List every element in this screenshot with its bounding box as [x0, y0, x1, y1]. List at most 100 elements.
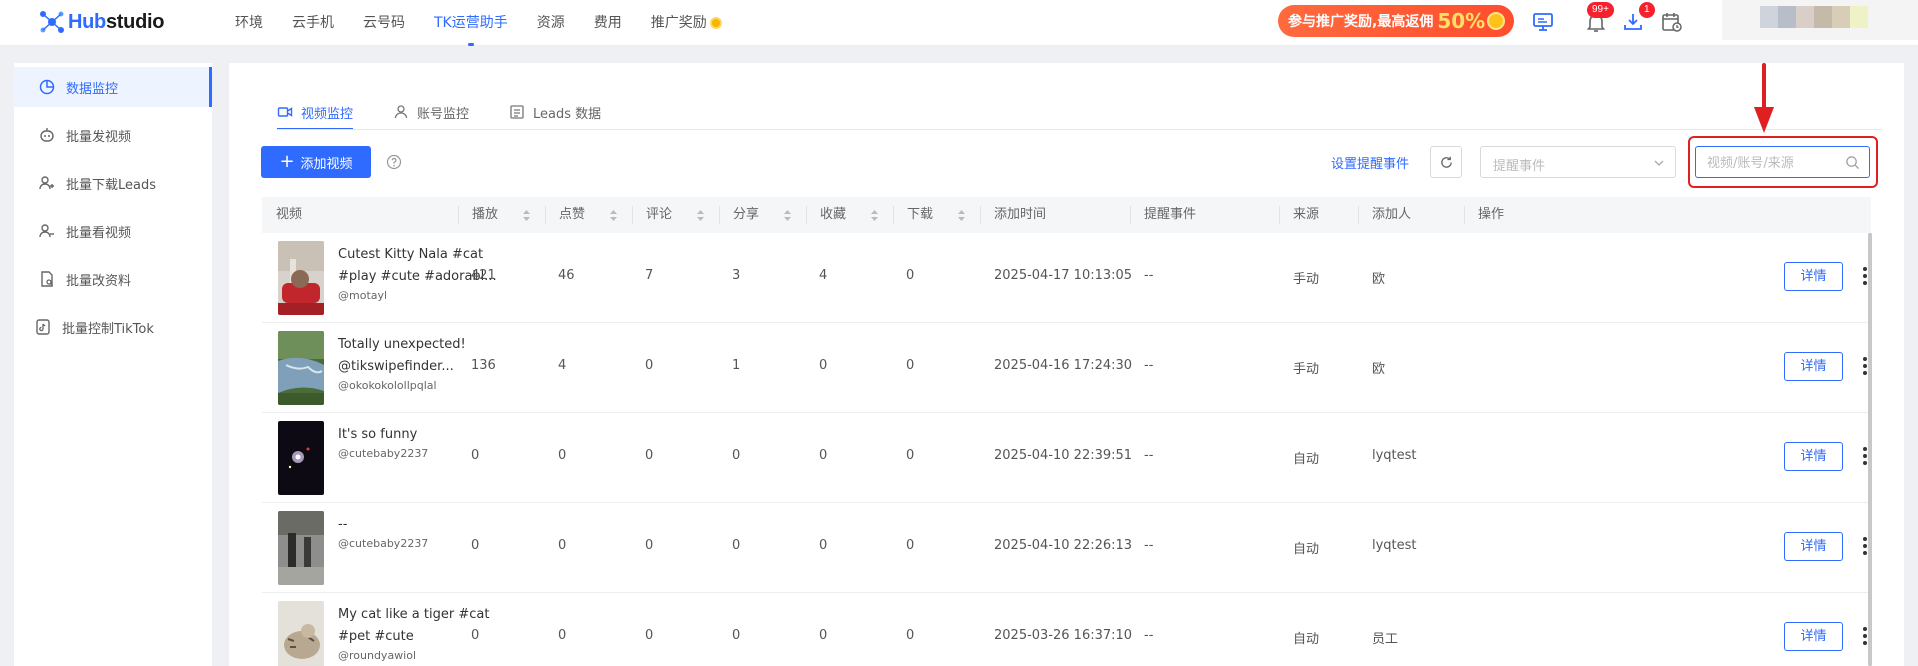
cell-favorite: 0 — [819, 358, 828, 373]
video-thumbnail[interactable] — [278, 601, 324, 666]
cell-reminder: -- — [1144, 538, 1154, 553]
col-download-label: 下载 — [907, 207, 934, 222]
col-favorite[interactable]: 收藏 — [806, 197, 893, 233]
table-scrollbar[interactable] — [1868, 233, 1872, 666]
col-source: 来源 — [1293, 207, 1320, 222]
cell-source: 自动 — [1293, 632, 1320, 647]
sidebar-item-data-monitor[interactable]: 数据监控 — [14, 67, 212, 107]
detail-button[interactable]: 详情 — [1784, 442, 1843, 471]
tab-account-monitor[interactable]: 账号监控 — [393, 95, 469, 129]
calendar-clock-icon[interactable] — [1660, 10, 1684, 34]
edit-doc-icon — [41, 271, 53, 287]
detail-button[interactable]: 详情 — [1784, 622, 1843, 651]
cell-comment: 0 — [645, 538, 654, 553]
tab-label: Leads 数据 — [533, 106, 602, 122]
cell-play: 0 — [471, 628, 480, 643]
coin-icon — [1487, 12, 1506, 30]
col-like[interactable]: 点赞 — [545, 197, 632, 233]
help-icon[interactable] — [386, 154, 402, 170]
col-like-label: 点赞 — [559, 207, 586, 222]
video-thumbnail[interactable] — [278, 241, 324, 315]
reminder-event-select[interactable]: 提醒事件 — [1480, 146, 1676, 178]
cell-comment: 7 — [645, 268, 654, 283]
scrollbar-thumb[interactable] — [1868, 233, 1872, 666]
cell-download: 0 — [906, 538, 915, 553]
video-title[interactable]: It's so funny — [338, 424, 498, 446]
video-author: @motayl — [338, 289, 388, 302]
detail-button[interactable]: 详情 — [1784, 262, 1843, 291]
sort-icon — [784, 210, 791, 221]
sidebar-item-batch-watch[interactable]: 批量看视频 — [14, 211, 212, 251]
cell-adder: lyqtest — [1372, 448, 1417, 463]
annotation-arrow-icon — [1754, 63, 1774, 133]
cell-favorite: 0 — [819, 628, 828, 643]
cell-share: 1 — [732, 358, 741, 373]
cell-download: 0 — [906, 448, 915, 463]
table-row: Cutest Kitty Nala #cat #play #cute #ador… — [262, 233, 1871, 323]
set-reminder-link[interactable]: 设置提醒事件 — [1331, 153, 1409, 172]
cell-adder: 员工 — [1372, 632, 1399, 647]
cell-reminder: -- — [1144, 448, 1154, 463]
video-title[interactable]: -- — [338, 514, 498, 536]
nav-referral[interactable]: 推广奖励 — [651, 0, 722, 46]
users-icon — [39, 224, 54, 238]
nav-billing[interactable]: 费用 — [594, 0, 622, 46]
sidebar-item-batch-edit[interactable]: 批量改资料 — [14, 259, 212, 299]
promo-banner[interactable]: 参与推广奖励,最高返佣 50% — [1278, 5, 1514, 37]
cell-play: 136 — [471, 358, 496, 373]
sidebar-item-label: 批量控制TikTok — [62, 321, 154, 337]
list-icon — [510, 105, 524, 119]
col-download[interactable]: 下载 — [893, 197, 980, 233]
table-row: It's so funny @cutebaby2237 0 0 0 0 0 0 … — [262, 413, 1871, 503]
plus-icon: + — [279, 151, 295, 172]
nav-tk-assistant[interactable]: TK运营助手 — [434, 0, 508, 46]
nav-environment[interactable]: 环境 — [235, 0, 263, 46]
video-icon — [277, 107, 293, 117]
brand-logo[interactable]: Hubstudio — [38, 9, 164, 35]
cell-comment: 0 — [645, 448, 654, 463]
sort-icon — [523, 210, 530, 221]
table-body: Cutest Kitty Nala #cat #play #cute #ador… — [262, 233, 1871, 666]
detail-button[interactable]: 详情 — [1784, 532, 1843, 561]
user-avatar[interactable] — [1722, 0, 1918, 40]
cell-comment: 0 — [645, 628, 654, 643]
col-video: 视频 — [276, 207, 303, 222]
add-video-button[interactable]: + 添加视频 — [261, 146, 371, 178]
sidebar-item-batch-tiktok[interactable]: 批量控制TikTok — [14, 307, 212, 347]
col-added-time: 添加时间 — [994, 207, 1047, 222]
cell-like: 46 — [558, 268, 575, 283]
cell-download: 0 — [906, 268, 915, 283]
cell-play: 421 — [471, 268, 496, 283]
sidebar-item-label: 数据监控 — [66, 81, 119, 97]
video-thumbnail[interactable] — [278, 421, 324, 495]
col-share[interactable]: 分享 — [719, 197, 806, 233]
refresh-button[interactable] — [1430, 146, 1462, 178]
col-reminder: 提醒事件 — [1144, 207, 1197, 222]
nav-resources[interactable]: 资源 — [537, 0, 565, 46]
tab-video-monitor[interactable]: 视频监控 — [277, 95, 354, 130]
col-share-label: 分享 — [733, 207, 760, 222]
brand-name-part2: studio — [105, 10, 165, 33]
sidebar: 数据监控 批量发视频 批量下载Leads 批量看视频 批量改资料 批量控制Tik… — [14, 63, 212, 666]
cell-reminder: -- — [1144, 358, 1154, 373]
cell-download: 0 — [906, 358, 915, 373]
promo-text: 参与推广奖励,最高返佣 — [1288, 14, 1434, 30]
main-nav: 环境 云手机 云号码 TK运营助手 资源 费用 推广奖励 — [235, 0, 751, 46]
col-play[interactable]: 播放 — [458, 197, 545, 233]
col-comment[interactable]: 评论 — [632, 197, 719, 233]
cell-favorite: 0 — [819, 538, 828, 553]
detail-button[interactable]: 详情 — [1784, 352, 1843, 381]
tiktok-icon — [36, 319, 50, 335]
tab-leads-data[interactable]: Leads 数据 — [509, 95, 601, 129]
cell-added-time: 2025-04-17 10:13:05 — [994, 268, 1133, 283]
nav-cloud-phone[interactable]: 云手机 — [292, 0, 334, 46]
screen-icon[interactable] — [1531, 10, 1555, 34]
sidebar-item-batch-post[interactable]: 批量发视频 — [14, 115, 212, 155]
cell-share: 3 — [732, 268, 741, 283]
nav-cloud-number[interactable]: 云号码 — [363, 0, 405, 46]
video-thumbnail[interactable] — [278, 331, 324, 405]
video-thumbnail[interactable] — [278, 511, 324, 585]
cell-share: 0 — [732, 538, 741, 553]
sidebar-item-batch-leads[interactable]: 批量下载Leads — [14, 163, 212, 203]
cell-reminder: -- — [1144, 268, 1154, 283]
